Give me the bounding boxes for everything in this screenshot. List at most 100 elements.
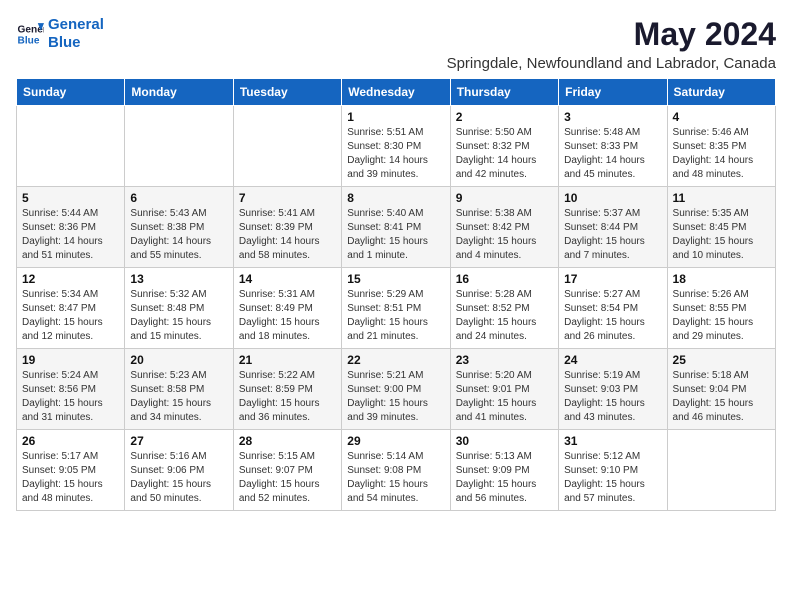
day-info: Sunrise: 5:44 AMSunset: 8:36 PMDaylight:… [22,207,119,263]
day-info: Sunrise: 5:22 AMSunset: 8:59 PMDaylight:… [239,369,336,425]
logo: General Blue GeneralBlue [16,16,104,52]
day-info: Sunrise: 5:29 AMSunset: 8:51 PMDaylight:… [347,288,444,344]
calendar-empty-cell [17,106,125,187]
day-number: 20 [130,353,227,367]
day-number: 11 [673,191,770,205]
weekday-header-friday: Friday [559,79,667,106]
day-number: 8 [347,191,444,205]
day-number: 12 [22,272,119,286]
calendar-week-row: 1 Sunrise: 5:51 AMSunset: 8:30 PMDaylight… [17,106,776,187]
day-number: 24 [564,353,661,367]
day-number: 2 [456,110,553,124]
title-area: May 2024 Springdale, Newfoundland and La… [447,16,776,72]
day-info: Sunrise: 5:43 AMSunset: 8:38 PMDaylight:… [130,207,227,263]
calendar-week-row: 19 Sunrise: 5:24 AMSunset: 8:56 PMDayligh… [17,349,776,430]
calendar-day-7: 7 Sunrise: 5:41 AMSunset: 8:39 PMDaylight… [233,187,341,268]
calendar-day-17: 17 Sunrise: 5:27 AMSunset: 8:54 PMDayligh… [559,268,667,349]
day-info: Sunrise: 5:48 AMSunset: 8:33 PMDaylight:… [564,126,661,182]
calendar-day-19: 19 Sunrise: 5:24 AMSunset: 8:56 PMDayligh… [17,349,125,430]
calendar-day-15: 15 Sunrise: 5:29 AMSunset: 8:51 PMDayligh… [342,268,450,349]
day-number: 1 [347,110,444,124]
day-info: Sunrise: 5:31 AMSunset: 8:49 PMDaylight:… [239,288,336,344]
calendar-day-28: 28 Sunrise: 5:15 AMSunset: 9:07 PMDayligh… [233,430,341,511]
weekday-header-monday: Monday [125,79,233,106]
day-number: 28 [239,434,336,448]
calendar-day-3: 3Sunrise: 5:48 AMSunset: 8:33 PMDaylight… [559,106,667,187]
calendar-day-24: 24Sunrise: 5:19 AMSunset: 9:03 PMDayligh… [559,349,667,430]
weekday-header-saturday: Saturday [667,79,775,106]
day-info: Sunrise: 5:18 AMSunset: 9:04 PMDaylight:… [673,369,770,425]
day-number: 23 [456,353,553,367]
calendar-day-20: 20Sunrise: 5:23 AMSunset: 8:58 PMDayligh… [125,349,233,430]
calendar-day-16: 16 Sunrise: 5:28 AMSunset: 8:52 PMDayligh… [450,268,558,349]
calendar-day-18: 18 Sunrise: 5:26 AMSunset: 8:55 PMDayligh… [667,268,775,349]
day-number: 16 [456,272,553,286]
day-info: Sunrise: 5:35 AMSunset: 8:45 PMDaylight:… [673,207,770,263]
day-info: Sunrise: 5:20 AMSunset: 9:01 PMDaylight:… [456,369,553,425]
calendar-day-2: 2 Sunrise: 5:50 AMSunset: 8:32 PMDaylight… [450,106,558,187]
day-number: 14 [239,272,336,286]
calendar-day-23: 23 Sunrise: 5:20 AMSunset: 9:01 PMDayligh… [450,349,558,430]
calendar-empty-cell [667,430,775,511]
day-number: 7 [239,191,336,205]
day-number: 6 [130,191,227,205]
day-info: Sunrise: 5:24 AMSunset: 8:56 PMDaylight:… [22,369,119,425]
day-info: Sunrise: 5:37 AMSunset: 8:44 PMDaylight:… [564,207,661,263]
day-info: Sunrise: 5:26 AMSunset: 8:55 PMDaylight:… [673,288,770,344]
logo-text: GeneralBlue [48,16,104,52]
calendar-week-row: 12Sunrise: 5:34 AMSunset: 8:47 PMDayligh… [17,268,776,349]
calendar-empty-cell [125,106,233,187]
day-number: 27 [130,434,227,448]
day-info: Sunrise: 5:50 AMSunset: 8:32 PMDaylight:… [456,126,553,182]
calendar-day-10: 10 Sunrise: 5:37 AMSunset: 8:44 PMDayligh… [559,187,667,268]
day-number: 21 [239,353,336,367]
calendar-day-30: 30Sunrise: 5:13 AMSunset: 9:09 PMDayligh… [450,430,558,511]
calendar-empty-cell [233,106,341,187]
day-number: 19 [22,353,119,367]
calendar-week-row: 26Sunrise: 5:17 AMSunset: 9:05 PMDayligh… [17,430,776,511]
day-info: Sunrise: 5:51 AMSunset: 8:30 PMDaylight:… [347,126,444,182]
day-number: 10 [564,191,661,205]
day-info: Sunrise: 5:17 AMSunset: 9:05 PMDaylight:… [22,450,119,506]
weekday-header-row: SundayMondayTuesdayWednesdayThursdayFrid… [17,79,776,106]
day-info: Sunrise: 5:40 AMSunset: 8:41 PMDaylight:… [347,207,444,263]
weekday-header-wednesday: Wednesday [342,79,450,106]
day-number: 18 [673,272,770,286]
calendar-day-31: 31 Sunrise: 5:12 AMSunset: 9:10 PMDayligh… [559,430,667,511]
day-number: 31 [564,434,661,448]
calendar-day-9: 9Sunrise: 5:38 AMSunset: 8:42 PMDaylight… [450,187,558,268]
day-info: Sunrise: 5:41 AMSunset: 8:39 PMDaylight:… [239,207,336,263]
day-info: Sunrise: 5:46 AMSunset: 8:35 PMDaylight:… [673,126,770,182]
calendar-day-22: 22Sunrise: 5:21 AMSunset: 9:00 PMDayligh… [342,349,450,430]
day-number: 17 [564,272,661,286]
weekday-header-sunday: Sunday [17,79,125,106]
day-info: Sunrise: 5:28 AMSunset: 8:52 PMDaylight:… [456,288,553,344]
svg-text:Blue: Blue [18,35,40,46]
day-info: Sunrise: 5:14 AMSunset: 9:08 PMDaylight:… [347,450,444,506]
day-number: 25 [673,353,770,367]
calendar-day-6: 6 Sunrise: 5:43 AMSunset: 8:38 PMDaylight… [125,187,233,268]
day-info: Sunrise: 5:15 AMSunset: 9:07 PMDaylight:… [239,450,336,506]
header: General Blue GeneralBlue May 2024 Spring… [16,16,776,72]
day-number: 29 [347,434,444,448]
calendar-day-13: 13Sunrise: 5:32 AMSunset: 8:48 PMDayligh… [125,268,233,349]
calendar-day-29: 29 Sunrise: 5:14 AMSunset: 9:08 PMDayligh… [342,430,450,511]
day-info: Sunrise: 5:27 AMSunset: 8:54 PMDaylight:… [564,288,661,344]
calendar-day-26: 26Sunrise: 5:17 AMSunset: 9:05 PMDayligh… [17,430,125,511]
day-info: Sunrise: 5:16 AMSunset: 9:06 PMDaylight:… [130,450,227,506]
calendar-day-21: 21 Sunrise: 5:22 AMSunset: 8:59 PMDayligh… [233,349,341,430]
calendar-week-row: 5Sunrise: 5:44 AMSunset: 8:36 PMDaylight… [17,187,776,268]
day-number: 22 [347,353,444,367]
calendar-day-8: 8 Sunrise: 5:40 AMSunset: 8:41 PMDaylight… [342,187,450,268]
calendar-day-27: 27 Sunrise: 5:16 AMSunset: 9:06 PMDayligh… [125,430,233,511]
calendar-day-5: 5Sunrise: 5:44 AMSunset: 8:36 PMDaylight… [17,187,125,268]
calendar-day-4: 4 Sunrise: 5:46 AMSunset: 8:35 PMDaylight… [667,106,775,187]
weekday-header-tuesday: Tuesday [233,79,341,106]
subtitle: Springdale, Newfoundland and Labrador, C… [447,55,776,72]
day-info: Sunrise: 5:12 AMSunset: 9:10 PMDaylight:… [564,450,661,506]
day-number: 30 [456,434,553,448]
day-number: 4 [673,110,770,124]
day-number: 15 [347,272,444,286]
calendar-day-11: 11 Sunrise: 5:35 AMSunset: 8:45 PMDayligh… [667,187,775,268]
calendar-day-25: 25 Sunrise: 5:18 AMSunset: 9:04 PMDayligh… [667,349,775,430]
